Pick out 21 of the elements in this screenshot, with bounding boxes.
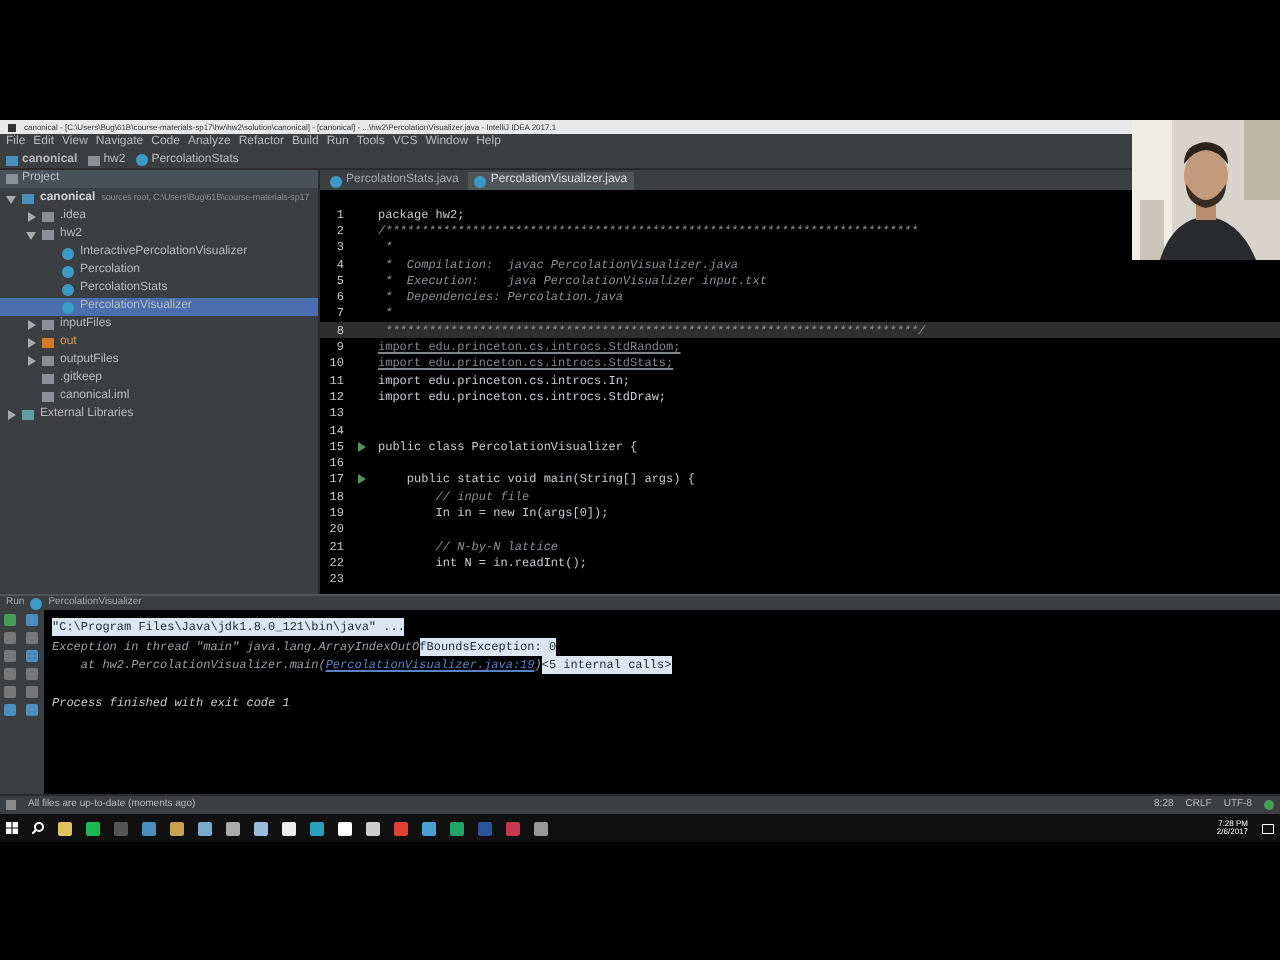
windows-start-icon[interactable] <box>6 822 18 834</box>
folder-icon <box>87 155 100 165</box>
run-icon[interactable] <box>357 441 365 452</box>
class-icon <box>135 154 148 166</box>
module-icon <box>22 194 34 204</box>
search-icon[interactable] <box>32 822 44 834</box>
app-icon <box>8 123 16 131</box>
module-icon <box>6 155 18 165</box>
class-icon <box>330 175 342 187</box>
status-icon <box>6 800 16 810</box>
collapsed-arrow-icon[interactable] <box>7 410 15 420</box>
expanded-arrow-icon[interactable] <box>26 231 36 239</box>
expanded-arrow-icon[interactable] <box>6 195 16 203</box>
git-icon <box>1264 800 1274 810</box>
class-icon <box>474 175 487 187</box>
run-config-icon <box>30 597 43 609</box>
notification-icon[interactable] <box>1262 823 1274 833</box>
collapsed-arrow-icon[interactable] <box>27 212 35 222</box>
project-icon <box>6 174 18 184</box>
library-icon <box>22 410 34 420</box>
run-icon[interactable] <box>357 474 365 485</box>
